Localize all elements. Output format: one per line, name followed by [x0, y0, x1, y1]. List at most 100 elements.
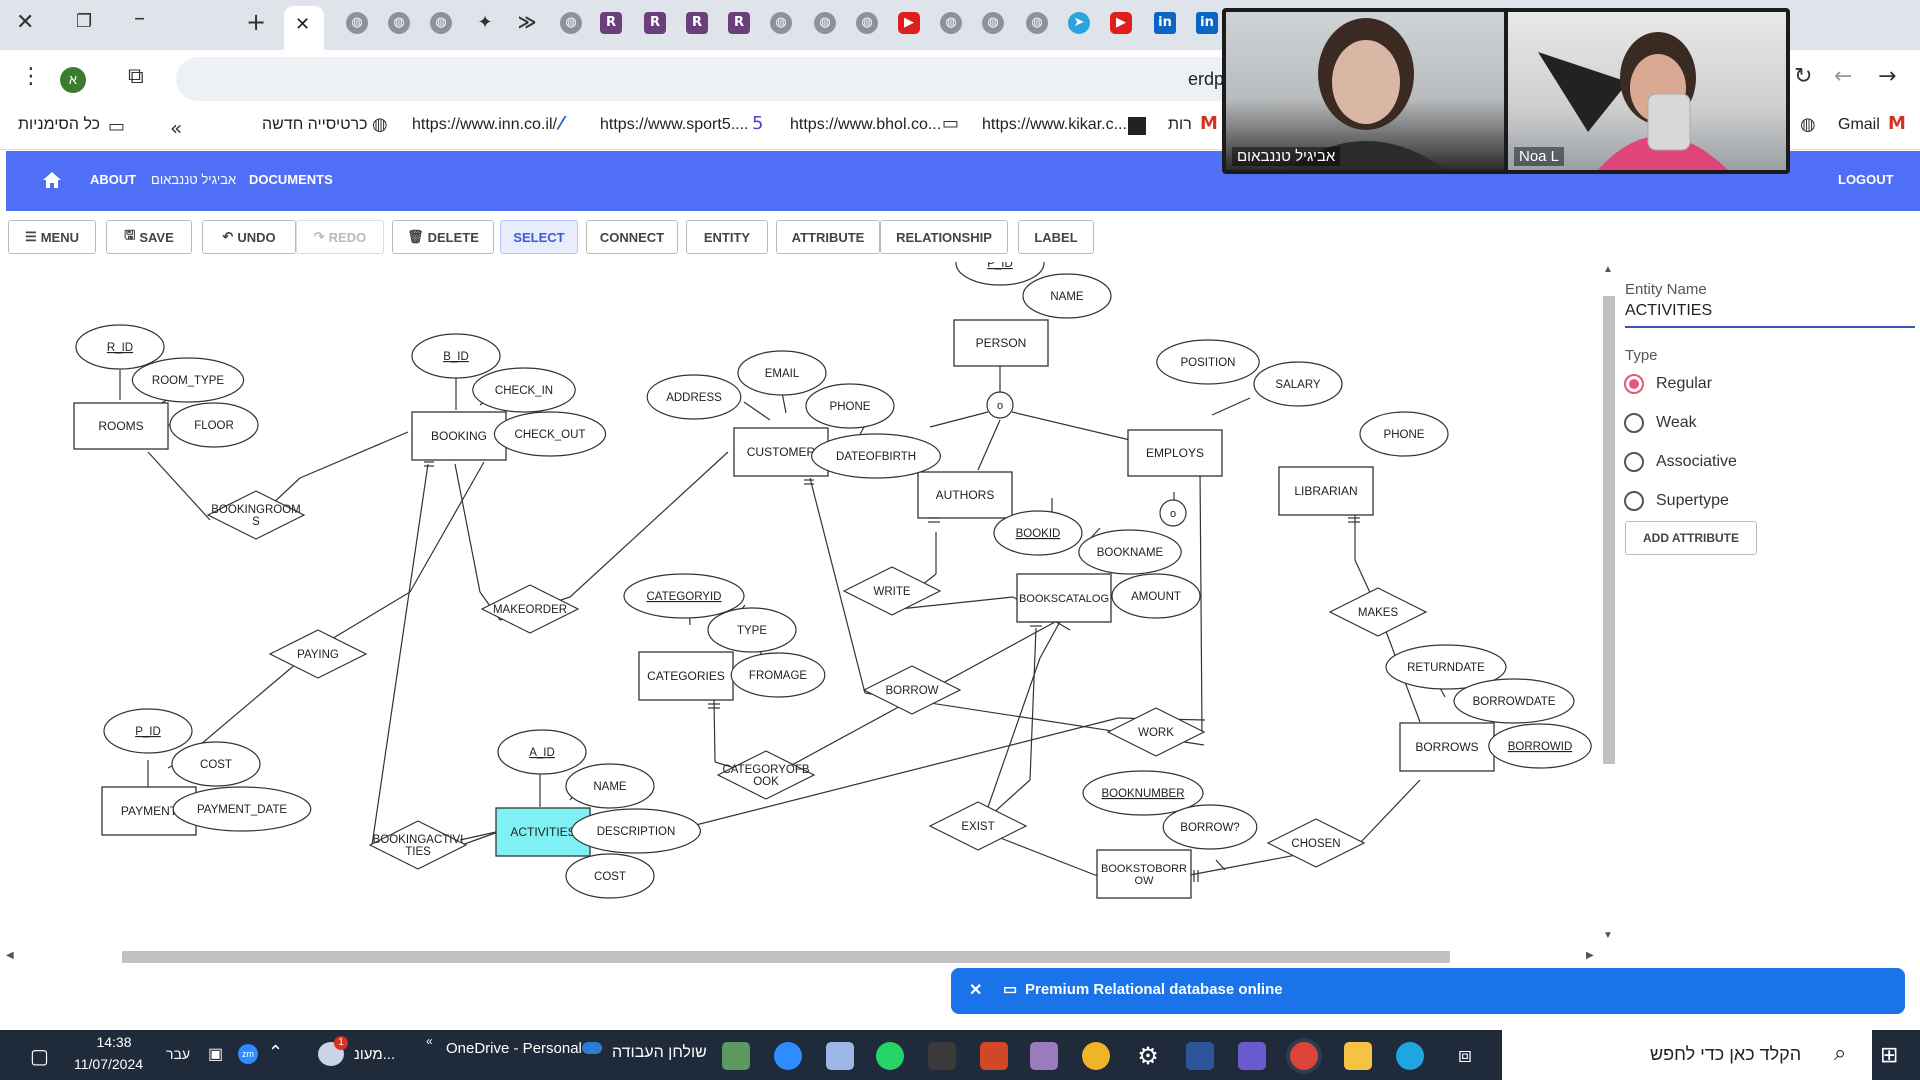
vertical-scroll-thumb[interactable]	[1603, 296, 1615, 764]
gemini-icon[interactable]: ✦	[474, 12, 496, 34]
more-bookmarks-icon[interactable]: «	[170, 116, 182, 140]
relationship-work[interactable]: WORK	[1106, 707, 1206, 757]
entity-authors[interactable]: AUTHORS	[917, 471, 1013, 519]
scroll-down-icon[interactable]: ▼	[1603, 930, 1613, 941]
participant-tile[interactable]: אביגיל טננבאום	[1226, 12, 1504, 170]
terminal-icon[interactable]: ≫	[516, 12, 538, 34]
nav-documents[interactable]: DOCUMENTS	[249, 172, 333, 187]
bookmark-new-tab[interactable]: כרטיסייה חדשה	[262, 116, 368, 134]
attribute-categoryid[interactable]: CATEGORYID	[623, 573, 745, 619]
youtube-icon[interactable]: ▶	[1110, 12, 1132, 34]
entity-bookscatalog[interactable]: BOOKSCATALOG	[1016, 573, 1112, 623]
clock-date[interactable]: 11/07/2024	[74, 1056, 143, 1072]
nav-logout[interactable]: LOGOUT	[1838, 172, 1894, 187]
close-icon[interactable]: ✕	[969, 980, 982, 1000]
taskbar-search[interactable]: הקלד כאן כדי לחפש ⌕	[1502, 1030, 1872, 1080]
entity-librarian[interactable]: LIBRARIAN	[1278, 466, 1374, 516]
bookmark-all[interactable]: כל הסימניות	[18, 116, 100, 134]
horizontal-scroll-thumb[interactable]	[122, 951, 1450, 963]
connect-button[interactable]: CONNECT	[586, 220, 678, 254]
camera-icon[interactable]: ◍	[814, 12, 836, 34]
desktop-label[interactable]: שולחן העבודה	[612, 1044, 707, 1062]
active-tab[interactable]: ✕	[284, 6, 324, 50]
relationship-bookingactivities[interactable]: BOOKINGACTIVITIES	[368, 820, 468, 870]
scroll-up-icon[interactable]: ▲	[1603, 264, 1613, 275]
onedrive-label[interactable]: OneDrive - Personal	[446, 1040, 582, 1057]
chrome-icon[interactable]	[1290, 1042, 1318, 1070]
relationship-borrow[interactable]: BORROW	[862, 665, 962, 715]
r-tab-icon[interactable]: R	[686, 12, 708, 34]
attribute-pid[interactable]: P_ID	[955, 262, 1045, 286]
visual-studio-icon[interactable]	[1238, 1042, 1266, 1070]
whatsapp-icon[interactable]	[876, 1042, 904, 1070]
onenote-icon[interactable]	[1030, 1042, 1058, 1070]
notification-toast[interactable]: ✕ ▭ Premium Relational database online	[951, 968, 1905, 1014]
add-attribute-button[interactable]: ADD ATTRIBUTE	[1625, 521, 1757, 555]
attribute-salary[interactable]: SALARY	[1253, 361, 1343, 407]
scroll-left-icon[interactable]: ◀	[6, 950, 14, 961]
zoom-tray-icon[interactable]: zm	[238, 1044, 258, 1064]
profile-avatar[interactable]: א	[60, 67, 86, 93]
redo-button[interactable]: ↷ REDO	[296, 220, 384, 254]
bookmark-kikar[interactable]: https://www.kikar.c...	[982, 116, 1127, 134]
entity-booking[interactable]: BOOKING	[411, 411, 507, 461]
display-icon[interactable]: ▣	[208, 1044, 223, 1064]
attribute-amount[interactable]: AMOUNT	[1111, 573, 1201, 619]
powerpoint-icon[interactable]	[980, 1042, 1008, 1070]
excel-icon[interactable]	[722, 1042, 750, 1070]
browser-menu-icon[interactable]: ⋮	[20, 64, 42, 89]
relationship-write[interactable]: WRITE	[842, 566, 942, 616]
entity-person[interactable]: PERSON	[953, 319, 1049, 367]
word-icon[interactable]	[1186, 1042, 1214, 1070]
relationship-makes[interactable]: MAKES	[1328, 587, 1428, 637]
weather-text[interactable]: מעונ...	[354, 1046, 395, 1063]
relationship-button[interactable]: RELATIONSHIP	[880, 220, 1008, 254]
attribute-checkout[interactable]: CHECK_OUT	[493, 411, 607, 457]
restore-window-icon[interactable]: ❐	[76, 11, 92, 32]
clock-time[interactable]: 14:38	[94, 1034, 134, 1050]
chevron-up-icon[interactable]: ⌃	[268, 1042, 283, 1063]
globe-icon[interactable]: ◍	[982, 12, 1004, 34]
edge-icon[interactable]	[1396, 1042, 1424, 1070]
notification-center-icon[interactable]: ▢	[30, 1044, 49, 1069]
attribute-floor[interactable]: FLOOR	[169, 402, 259, 448]
bookmark-inn[interactable]: https://www.inn.co.il/	[412, 116, 557, 134]
attribute-description[interactable]: DESCRIPTION	[570, 808, 701, 854]
attribute-phone[interactable]: PHONE	[805, 383, 895, 429]
new-tab-icon[interactable]: +	[246, 8, 266, 36]
attribute-bookname[interactable]: BOOKNAME	[1078, 529, 1182, 575]
zoom-app-icon[interactable]	[774, 1042, 802, 1070]
home-icon[interactable]	[42, 171, 62, 189]
type-weak-radio[interactable]: Weak	[1624, 413, 1697, 433]
youtube-icon[interactable]: ▶	[898, 12, 920, 34]
menu-button[interactable]: ☰ MENU	[8, 220, 96, 254]
participant-tile[interactable]: Noa L	[1508, 12, 1786, 170]
task-view-icon[interactable]: ⧈	[1458, 1042, 1472, 1068]
type-supertype-radio[interactable]: Supertype	[1624, 491, 1729, 511]
globe-icon[interactable]: ◍	[560, 12, 582, 34]
relationship-chosen[interactable]: CHOSEN	[1266, 818, 1366, 868]
bookmark-gmail[interactable]: Gmail	[1838, 116, 1880, 134]
attribute-aid[interactable]: A_ID	[497, 729, 587, 775]
globe-icon[interactable]: ◍	[1026, 12, 1048, 34]
attribute-bookid[interactable]: BOOKID	[993, 510, 1083, 556]
terminal-icon[interactable]	[928, 1042, 956, 1070]
relationship-paying[interactable]: PAYING	[268, 629, 368, 679]
attribute-name[interactable]: NAME	[1022, 273, 1112, 319]
settings-icon[interactable]: ⚙	[1134, 1042, 1162, 1070]
attribute-paymentdate[interactable]: PAYMENT_DATE	[172, 786, 312, 832]
file-explorer-icon[interactable]	[1344, 1042, 1372, 1070]
r-tab-icon[interactable]: R	[728, 12, 750, 34]
globe-icon[interactable]: ◍	[856, 12, 878, 34]
attribute-borrow[interactable]: BORROW?	[1162, 804, 1258, 850]
select-button[interactable]: SELECT	[500, 220, 578, 254]
attribute-email[interactable]: EMAIL	[737, 350, 827, 396]
attribute-address[interactable]: ADDRESS	[646, 374, 742, 420]
telegram-icon[interactable]: ➤	[1068, 12, 1090, 34]
relationship-categoryofbook[interactable]: CATEGORYOFBOOK	[716, 750, 816, 800]
entity-name-field[interactable]: ACTIVITIES	[1625, 300, 1915, 328]
type-associative-radio[interactable]: Associative	[1624, 452, 1737, 472]
bookmark-rut[interactable]: רות	[1168, 116, 1192, 134]
bookmark-sport5[interactable]: https://www.sport5....	[600, 116, 749, 134]
reload-icon[interactable]: ↻	[1794, 64, 1812, 89]
